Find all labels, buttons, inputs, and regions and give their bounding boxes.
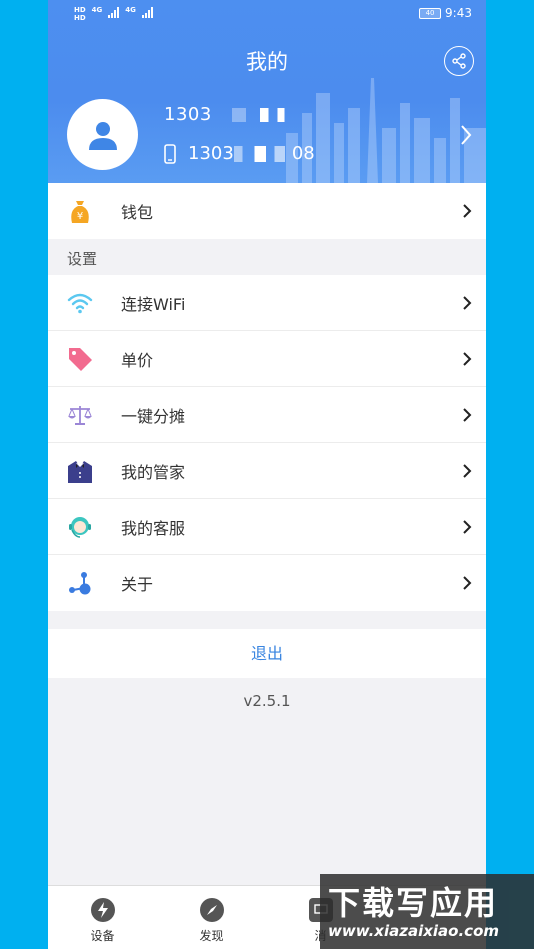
phone-number-row: 1303 08: [164, 143, 315, 164]
watermark-title: 下载写应用: [328, 884, 499, 922]
clock: 9:43: [445, 6, 472, 20]
wallet-row[interactable]: ¥ 钱包: [48, 183, 486, 239]
masked-text: [233, 146, 292, 162]
settings-item-label: 我的客服: [121, 518, 186, 538]
settings-item-price[interactable]: 单价: [48, 331, 486, 387]
username: 1303: [164, 104, 289, 125]
lightning-icon: [90, 898, 115, 922]
signal-icon: [141, 6, 153, 18]
share-button[interactable]: [444, 46, 474, 76]
settings-item-label: 关于: [121, 575, 154, 594]
wallet-label: 钱包: [121, 203, 154, 222]
settings-item-wifi[interactable]: 连接WiFi: [48, 275, 486, 331]
tab-devices[interactable]: 设备: [48, 886, 157, 949]
settings-item-label: 单价: [121, 350, 154, 370]
settings-item-about[interactable]: 关于: [48, 555, 486, 611]
share-icon: [452, 53, 466, 69]
phone-suffix: 08: [291, 143, 315, 164]
signal-icon: [108, 6, 120, 18]
scale-icon: [66, 401, 94, 429]
settings-item-butler[interactable]: 我的管家: [48, 443, 486, 499]
status-bar-left: HD HD 4G 4G: [74, 6, 153, 22]
profile-header: HD HD 4G 4G 40 9:43 我的 1303 1303 08: [48, 0, 486, 183]
status-bar-right: 40 9:43: [419, 6, 472, 20]
tab-discover[interactable]: 发现: [157, 886, 266, 949]
watermark-url: www.xiazaixiao.com: [328, 922, 500, 940]
wallet-icon: ¥: [66, 197, 94, 225]
chevron-right-icon: [463, 351, 472, 366]
network-type: 4G: [125, 6, 136, 14]
battery-icon: 40: [419, 7, 442, 19]
user-icon: [88, 121, 117, 150]
settings-item-customer-service[interactable]: 我的客服: [48, 499, 486, 555]
chevron-right-icon: [463, 295, 472, 310]
phone-icon: [164, 143, 176, 164]
chevron-right-icon: [463, 463, 472, 478]
butler-icon: [66, 457, 94, 485]
avatar[interactable]: [67, 99, 138, 170]
chevron-right-icon[interactable]: [460, 124, 472, 146]
app-screen: HD HD 4G 4G 40 9:43 我的 1303 1303 08 ¥ 钱包…: [48, 0, 486, 949]
chevron-right-icon: [463, 204, 472, 218]
hd-badge: HD: [74, 6, 86, 14]
chevron-right-icon: [463, 407, 472, 422]
page-title: 我的: [246, 50, 288, 74]
masked-text: [218, 108, 289, 122]
hd-badge: HD: [74, 14, 86, 22]
city-skyline-decoration: [286, 78, 486, 183]
tab-label: 发现: [199, 929, 224, 943]
version-label: v2.5.1: [243, 692, 291, 710]
chevron-right-icon: [463, 519, 472, 534]
network-type: 4G: [91, 6, 103, 14]
watermark: 下载写应用 www.xiazaixiao.com: [320, 874, 534, 949]
about-icon: [66, 569, 94, 597]
settings-item-split[interactable]: 一键分摊: [48, 387, 486, 443]
logout-button[interactable]: 退出: [48, 629, 486, 678]
customer-service-icon: [66, 513, 94, 541]
wifi-icon: [66, 289, 94, 317]
price-tag-icon: [66, 345, 94, 373]
phone-number: 1303: [188, 143, 234, 164]
compass-icon: [199, 898, 224, 922]
settings-item-label: 一键分摊: [121, 406, 186, 426]
settings-item-label: 连接WiFi: [121, 294, 186, 314]
chevron-right-icon: [463, 576, 472, 590]
svg-text:¥: ¥: [77, 211, 83, 222]
section-header-settings: 设置: [67, 250, 98, 268]
tab-label: 设备: [90, 929, 115, 943]
settings-item-label: 我的管家: [121, 462, 186, 482]
